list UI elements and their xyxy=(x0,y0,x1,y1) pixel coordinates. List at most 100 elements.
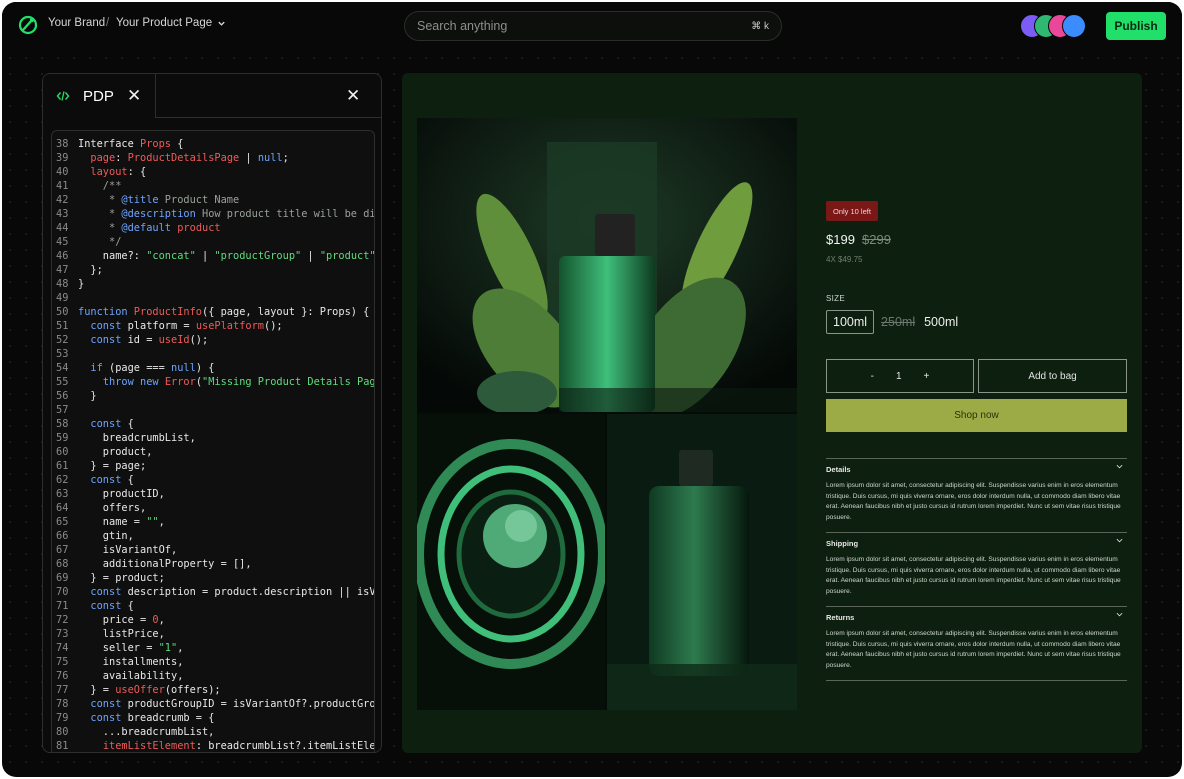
code-token: const xyxy=(90,698,122,710)
brand-logo-icon[interactable] xyxy=(18,15,38,35)
code-token: { xyxy=(171,138,184,150)
code-line: 81 itemListElement: breadcrumbList?.item… xyxy=(56,739,374,752)
size-option-500ml[interactable]: 500ml xyxy=(922,310,960,334)
accordion-title: Details xyxy=(826,465,851,474)
line-number: 49 xyxy=(56,292,69,304)
code-token: breadcrumb = { xyxy=(121,712,215,724)
publish-button[interactable]: Publish xyxy=(1106,12,1166,40)
avatar[interactable] xyxy=(1062,14,1086,38)
code-line: 61 } = page; xyxy=(56,459,374,473)
search-input[interactable]: Search anything ⌘ k xyxy=(404,11,782,41)
code-token: id = xyxy=(121,334,159,346)
code-token: , xyxy=(177,642,184,654)
line-number: 39 xyxy=(56,152,69,164)
add-to-bag-button[interactable]: Add to bag xyxy=(978,359,1127,393)
code-token: } = xyxy=(78,684,116,696)
code-token: "Missing Product Details Page xyxy=(202,376,375,388)
line-number: 46 xyxy=(56,250,69,262)
code-line: 77 } = useOffer(offers); xyxy=(56,683,374,697)
code-line: 70 const description = product.descripti… xyxy=(56,585,374,599)
code-token: gtin, xyxy=(78,530,134,542)
code-token: availability, xyxy=(78,670,184,682)
list-price: $299 xyxy=(862,232,891,247)
code-token: const xyxy=(90,712,122,724)
line-number: 80 xyxy=(56,726,69,738)
increment-button[interactable]: + xyxy=(924,371,930,382)
code-token: product, xyxy=(78,446,153,458)
code-token: const xyxy=(90,320,122,332)
code-token: useId xyxy=(158,334,190,346)
code-token: offers, xyxy=(78,502,147,514)
shop-now-button[interactable]: Shop now xyxy=(826,399,1127,432)
product-image-detail[interactable] xyxy=(417,414,605,710)
line-number: 41 xyxy=(56,180,69,192)
accordion-shipping[interactable]: Shipping Lorem ipsum dolor sit amet, con… xyxy=(826,532,1127,607)
code-line: 39 page: ProductDetailsPage | null; xyxy=(56,151,374,165)
code-token: productID, xyxy=(78,488,165,500)
line-number: 42 xyxy=(56,194,69,206)
accordion-returns[interactable]: Returns Lorem ipsum dolor sit amet, cons… xyxy=(826,606,1127,681)
code-token: * xyxy=(78,222,122,234)
decrement-button[interactable]: - xyxy=(871,371,874,382)
code-token: , xyxy=(158,614,165,626)
code-line: 41 /** xyxy=(56,179,374,193)
accordion-body: Lorem ipsum dolor sit amet, consectetur … xyxy=(826,556,1121,595)
line-number: 54 xyxy=(56,362,69,374)
code-token: installments, xyxy=(78,656,184,668)
size-option-250ml[interactable]: 250ml xyxy=(880,310,916,334)
line-number: 57 xyxy=(56,404,69,416)
code-line: 43 * @description How product title will… xyxy=(56,207,374,221)
code-line: 67 isVariantOf, xyxy=(56,543,374,557)
quantity-value[interactable]: 1 xyxy=(896,371,902,382)
code-token: @description xyxy=(121,208,196,220)
breadcrumb-page[interactable]: Your Product Page xyxy=(116,17,226,29)
code-line: 53 xyxy=(56,347,374,361)
line-number: 44 xyxy=(56,222,69,234)
code-token: productGroupID = isVariantOf?.productGro… xyxy=(121,698,375,710)
chevron-down-icon xyxy=(1116,612,1123,617)
line-number: 73 xyxy=(56,628,69,640)
code-editor[interactable]: 38 Interface Props {39 page: ProductDetai… xyxy=(51,130,375,752)
code-line: 51 const platform = usePlatform(); xyxy=(56,319,374,333)
code-line: 69 } = product; xyxy=(56,571,374,585)
code-lines: 38 Interface Props {39 page: ProductDetai… xyxy=(56,137,375,752)
size-option-100ml[interactable]: 100ml xyxy=(826,310,875,334)
code-token: const xyxy=(90,418,122,430)
code-line: 52 const id = useId(); xyxy=(56,333,374,347)
accordion-body: Lorem ipsum dolor sit amet, consectetur … xyxy=(826,482,1121,521)
accordion-details[interactable]: Details Lorem ipsum dolor sit amet, cons… xyxy=(826,458,1127,533)
line-number: 40 xyxy=(56,166,69,178)
line-number: 47 xyxy=(56,264,69,276)
code-line: 59 breadcrumbList, xyxy=(56,431,374,445)
code-token: const xyxy=(90,600,122,612)
tab-pdp[interactable]: PDP ✕ xyxy=(43,74,156,118)
product-image-alt[interactable] xyxy=(607,414,797,710)
chevron-down-icon xyxy=(1116,538,1123,543)
chevron-down-icon xyxy=(218,21,225,26)
code-line: 46 name?: "concat" | "productGroup" | "p… xyxy=(56,249,374,263)
code-token: ; xyxy=(282,152,289,164)
line-number: 48 xyxy=(56,278,69,290)
line-number: 45 xyxy=(56,236,69,248)
code-token: Product Name xyxy=(158,194,240,206)
code-token: | xyxy=(195,250,215,262)
line-number: 56 xyxy=(56,390,69,402)
close-panel-icon[interactable]: ✕ xyxy=(346,86,360,106)
close-tab-icon[interactable]: ✕ xyxy=(127,86,141,106)
code-line: 78 const productGroupID = isVariantOf?.p… xyxy=(56,697,375,711)
code-line: 40 layout: { xyxy=(56,165,374,179)
code-line: 58 const { xyxy=(56,417,374,431)
breadcrumb-brand[interactable]: Your Brand xyxy=(48,17,105,29)
code-line: 60 product, xyxy=(56,445,374,459)
product-image-main[interactable] xyxy=(417,118,797,412)
code-token: name?: xyxy=(78,250,147,262)
line-number: 74 xyxy=(56,642,69,654)
code-token: { xyxy=(121,474,134,486)
code-line: 55 throw new Error("Missing Product Deta… xyxy=(56,375,375,389)
line-number: 55 xyxy=(56,376,69,388)
line-number: 66 xyxy=(56,530,69,542)
code-token: /** xyxy=(78,180,122,192)
collaborator-avatars[interactable] xyxy=(1020,14,1090,38)
